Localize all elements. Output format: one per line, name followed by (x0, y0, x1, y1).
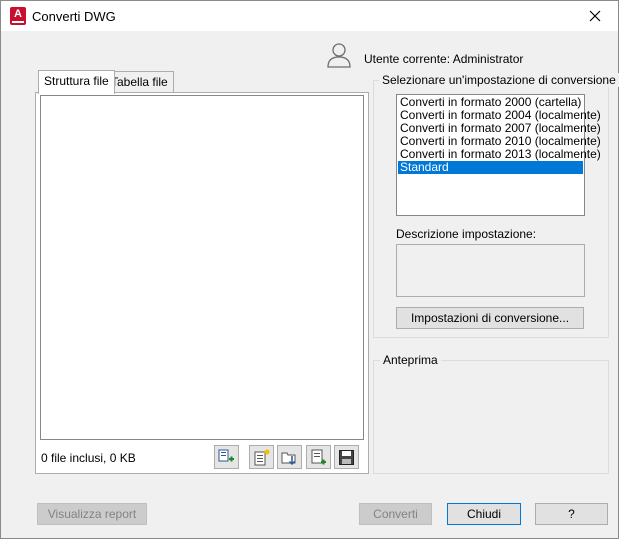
help-button[interactable]: ? (535, 503, 608, 525)
setup-description-box (396, 244, 585, 297)
button-label: Converti (373, 507, 418, 521)
save-list-icon (339, 449, 354, 465)
button-label: Impostazioni di conversione... (410, 311, 570, 325)
tab-struttura-file[interactable]: Struttura file (38, 70, 115, 94)
open-list-button[interactable] (277, 445, 302, 469)
app-icon-letter: A (14, 8, 22, 20)
title-bar: A Converti DWG (1, 1, 618, 31)
add-files-icon (218, 449, 234, 461)
preview-group-label: Anteprima (380, 353, 441, 367)
convert-button[interactable]: Converti (359, 503, 432, 525)
conversion-setup-group-label: Selezionare un'impostazione di conversio… (379, 73, 619, 87)
setup-description-label: Descrizione impostazione: (396, 227, 537, 241)
list-item-selected[interactable]: Standard (398, 161, 583, 174)
window-title: Converti DWG (32, 9, 116, 24)
append-list-icon (311, 449, 326, 464)
new-list-button[interactable] (249, 445, 274, 469)
button-label: Chiudi (466, 507, 502, 521)
preview-group (373, 360, 609, 474)
close-window-button[interactable] (572, 1, 618, 31)
open-list-icon (281, 452, 296, 465)
button-label: ? (568, 507, 575, 521)
conversion-setups-button[interactable]: Impostazioni di conversione... (396, 307, 584, 329)
user-icon (327, 43, 351, 68)
close-button[interactable]: Chiudi (447, 503, 521, 525)
save-list-button[interactable] (334, 445, 359, 469)
view-report-button[interactable]: Visualizza report (37, 503, 147, 525)
tab-label: Tabella file (111, 75, 168, 89)
close-icon (589, 10, 601, 22)
new-list-icon (254, 449, 270, 465)
button-label: Visualizza report (47, 507, 137, 521)
autocad-app-icon: A (10, 7, 26, 25)
conversion-setup-list[interactable]: Converti in formato 2000 (cartella) Conv… (396, 94, 601, 216)
append-list-button[interactable] (306, 445, 331, 469)
tab-tabella-file[interactable]: Tabella file (105, 71, 174, 93)
add-files-button[interactable] (214, 445, 239, 469)
file-tree-view[interactable] (40, 95, 364, 440)
current-user-label: Utente corrente: Administrator (364, 52, 524, 66)
file-count-label: 0 file inclusi, 0 KB (41, 451, 136, 465)
tab-label: Struttura file (44, 74, 109, 88)
